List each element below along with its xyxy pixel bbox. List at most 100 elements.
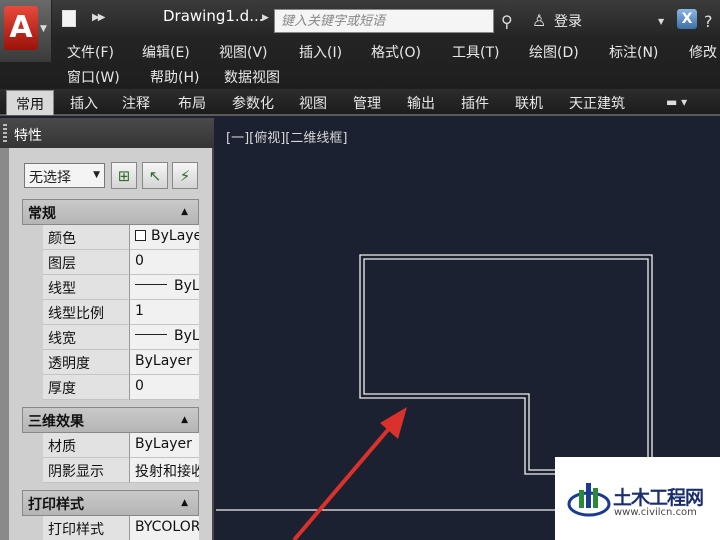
menu-dimension[interactable]: 标注(N) (609, 42, 658, 62)
login-link[interactable]: 登录 (554, 11, 582, 31)
search-box[interactable] (274, 9, 494, 33)
property-value[interactable]: BYCOLOR (130, 516, 199, 540)
property-value[interactable]: 0 (130, 250, 199, 275)
property-row[interactable]: 阴影显示 投射和接收... (22, 458, 199, 483)
property-value[interactable]: 投射和接收... (130, 458, 199, 483)
tab-manage[interactable]: 管理 (353, 93, 381, 113)
section-general[interactable]: 常规 ▲ (22, 199, 199, 225)
document-title: Drawing1.d... (163, 7, 264, 25)
property-row[interactable]: 线宽 ByLa... (22, 325, 199, 350)
tab-tangent[interactable]: 天正建筑 (569, 93, 625, 113)
menu-data-view[interactable]: 数据视图 (224, 67, 280, 87)
ribbon-tab-bar: 常用 插入 注释 布局 参数化 视图 管理 输出 插件 联机 天正建筑 ▬ ▾ (0, 89, 720, 116)
property-value[interactable]: ByLayer (130, 225, 199, 250)
search-expand-icon[interactable]: ▶ (262, 13, 269, 23)
user-icon[interactable]: ♙ (532, 11, 546, 30)
property-row[interactable]: 图层 0 (22, 250, 199, 275)
linetype-sample-icon (135, 284, 167, 285)
app-menu-caret-icon: ▼ (40, 24, 47, 34)
collapse-caret-icon: ▲ (181, 207, 188, 217)
search-input[interactable] (275, 10, 493, 32)
property-label: 厚度 (43, 375, 130, 400)
palette-side-strip (0, 148, 9, 540)
menu-view[interactable]: 视图(V) (219, 42, 268, 62)
menu-edit[interactable]: 编辑(E) (142, 42, 190, 62)
property-row[interactable]: 线型比例 1 (22, 300, 199, 325)
section-3d-effects[interactable]: 三维效果 ▲ (22, 407, 199, 433)
selection-dropdown[interactable]: 无选择 ▼ (24, 163, 105, 188)
select-objects-button[interactable]: ↖ (142, 162, 168, 189)
selection-value: 无选择 (29, 170, 71, 186)
collapse-caret-icon: ▲ (181, 498, 188, 508)
properties-header: 特性 (0, 118, 214, 148)
app-logo-icon: A (4, 6, 38, 50)
application-menu-button[interactable]: A ▼ (0, 0, 52, 62)
palette-grip-icon[interactable] (3, 124, 7, 142)
property-row[interactable]: 颜色 ByLayer (22, 225, 199, 250)
section-title: 常规 (28, 206, 56, 222)
watermark-title: 土木工程网 (613, 487, 704, 509)
property-row[interactable]: 材质 ByLayer (22, 433, 199, 458)
menu-window[interactable]: 窗口(W) (67, 67, 120, 87)
property-value[interactable]: ByLa... (130, 325, 199, 350)
section-title: 打印样式 (28, 497, 84, 513)
property-row[interactable]: 厚度 0 (22, 375, 199, 400)
exchange-icon[interactable]: X (677, 9, 697, 29)
menu-insert[interactable]: 插入(I) (299, 42, 342, 62)
collapse-caret-icon: ▲ (181, 415, 188, 425)
color-swatch-icon (135, 230, 146, 241)
properties-title: 特性 (14, 128, 42, 144)
quick-access-more-icon[interactable]: ▶▶ (92, 12, 105, 23)
help-icon[interactable]: ? (704, 12, 713, 31)
property-label: 打印样式 (43, 516, 130, 540)
toggle-pickadd-button[interactable]: ⊞ (111, 162, 137, 189)
tab-view[interactable]: 视图 (299, 93, 327, 113)
tab-home[interactable]: 常用 (6, 90, 54, 115)
property-label: 线宽 (43, 325, 130, 350)
tab-layout[interactable]: 布局 (178, 93, 206, 113)
ribbon-options-icon[interactable]: ▬ ▾ (666, 95, 687, 109)
annotation-arrow (292, 407, 407, 540)
tab-insert[interactable]: 插入 (70, 93, 98, 113)
section-title: 三维效果 (28, 414, 84, 430)
title-bar: ▶▶ Drawing1.d... ▶ ⚲ ♙ 登录 ▼ X ? (0, 0, 720, 36)
arrow-shaft (292, 416, 400, 540)
tab-parametric[interactable]: 参数化 (232, 93, 274, 113)
property-row[interactable]: 打印样式 BYCOLOR (22, 516, 199, 540)
property-label: 图层 (43, 250, 130, 275)
watermark-logo-icon (567, 483, 611, 517)
lineweight-sample-icon (135, 334, 167, 335)
property-row[interactable]: 透明度 ByLayer (22, 350, 199, 375)
tab-output[interactable]: 输出 (407, 93, 435, 113)
menu-format[interactable]: 格式(O) (371, 42, 421, 62)
property-value[interactable]: 1 (130, 300, 199, 325)
menu-draw[interactable]: 绘图(D) (529, 42, 579, 62)
property-label: 透明度 (43, 350, 130, 375)
properties-palette: 特性 无选择 ▼ ⊞ ↖ ⚡ 常规 ▲ 颜色 ByLayer 图层 0 线型 B… (0, 118, 214, 540)
quick-select-button[interactable]: ⚡ (172, 162, 198, 189)
property-value[interactable]: ByLayer (130, 433, 199, 458)
tab-online[interactable]: 联机 (515, 93, 543, 113)
menu-tools[interactable]: 工具(T) (452, 42, 499, 62)
watermark-url: www.civilcn.com (614, 507, 697, 518)
menu-help[interactable]: 帮助(H) (150, 67, 199, 87)
menu-file[interactable]: 文件(F) (67, 42, 114, 62)
tab-annotate[interactable]: 注释 (122, 93, 150, 113)
wall-outline-outer (359, 254, 653, 475)
section-plot-style[interactable]: 打印样式 ▲ (22, 490, 199, 516)
chevron-down-icon[interactable]: ▼ (658, 17, 664, 26)
property-value[interactable]: ByLa... (130, 275, 199, 300)
watermark: 土木工程网 www.civilcn.com (555, 457, 720, 540)
menu-modify[interactable]: 修改 (689, 42, 717, 62)
new-file-icon[interactable] (62, 10, 76, 27)
property-label: 颜色 (43, 225, 130, 250)
property-value[interactable]: ByLayer (130, 350, 199, 375)
chevron-down-icon: ▼ (93, 170, 100, 180)
tab-plugins[interactable]: 插件 (461, 93, 489, 113)
property-label: 线型 (43, 275, 130, 300)
property-label: 材质 (43, 433, 130, 458)
property-value[interactable]: 0 (130, 375, 199, 400)
menu-bar: 文件(F) 编辑(E) 视图(V) 插入(I) 格式(O) 工具(T) 绘图(D… (0, 36, 720, 89)
binoculars-icon[interactable]: ⚲ (501, 12, 513, 31)
property-row[interactable]: 线型 ByLa... (22, 275, 199, 300)
